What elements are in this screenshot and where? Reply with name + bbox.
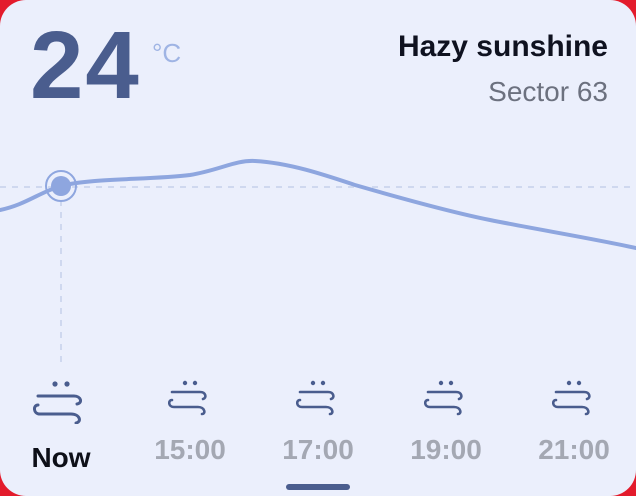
temperature-unit: °C: [152, 38, 182, 68]
hourly-time: 17:00: [282, 434, 354, 465]
hourly-time: Now: [31, 442, 91, 473]
weather-condition: Hazy sunshine: [397, 30, 608, 63]
current-temperature: 24: [30, 12, 141, 119]
weather-card[interactable]: 24 °C Hazy sunshine Sector 63 Now 15:00 …: [0, 0, 636, 496]
hourly-slot-1900[interactable]: 19:00: [386, 380, 506, 464]
hourly-time: 21:00: [538, 434, 610, 465]
haze-icon: [33, 381, 83, 424]
location-name: Sector 63: [488, 76, 608, 107]
haze-icon: [296, 380, 335, 416]
haze-icon: [424, 380, 463, 416]
hourly-slot-1500[interactable]: 15:00: [130, 380, 250, 464]
page-indicator: [286, 484, 350, 490]
hourly-slot-2100[interactable]: 21:00: [514, 380, 634, 464]
now-point[interactable]: [51, 176, 71, 196]
hourly-slot-1700[interactable]: 17:00: [258, 380, 378, 464]
hourly-time: 15:00: [154, 434, 226, 465]
hourly-time: 19:00: [410, 434, 482, 465]
temperature-curve: [0, 158, 636, 250]
hourly-slot-now[interactable]: Now: [1, 380, 121, 472]
haze-icon: [552, 380, 591, 416]
widget-page: 24 °C Hazy sunshine Sector 63 Now 15:00 …: [0, 0, 636, 496]
hourly-forecast: Now 15:00 17:00 19:00 21:00: [0, 380, 636, 496]
haze-icon: [168, 380, 207, 416]
